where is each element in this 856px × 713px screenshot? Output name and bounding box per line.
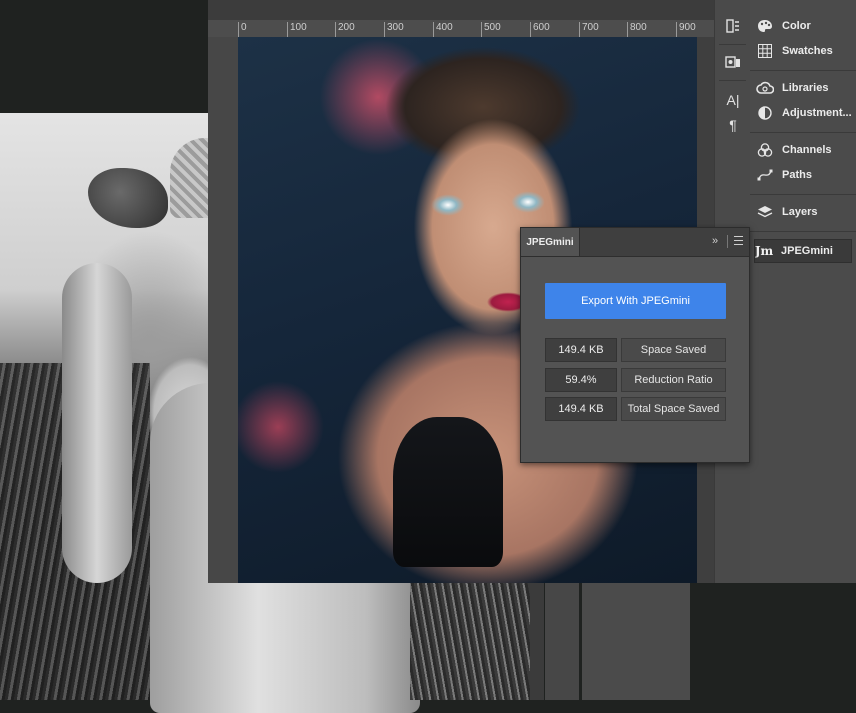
column-divider [719, 80, 746, 81]
lower-panel-strip [530, 583, 544, 700]
export-with-jpegmini-button[interactable]: Export With JPEGmini [545, 283, 726, 319]
stat-row-space-saved: 149.4 KB Space Saved [545, 338, 726, 362]
header-divider [727, 235, 728, 248]
paragraph-icon[interactable]: ¶ [724, 116, 742, 134]
dock-item-layers[interactable]: Layers [756, 201, 854, 223]
dock-item-libraries[interactable]: Libraries [756, 77, 854, 99]
ruler-corner [208, 20, 238, 38]
space-saved-value: 149.4 KB [545, 338, 617, 362]
stat-row-reduction-ratio: 59.4% Reduction Ratio [545, 368, 726, 392]
jpegmini-panel: JPEGmini » Export With JPEGmini 149.4 KB… [520, 227, 750, 463]
dock-item-label: Adjustment... [782, 107, 852, 119]
dock-item-color[interactable]: Color [756, 15, 854, 37]
palette-icon [756, 17, 774, 35]
ruler-tick: 0 [238, 22, 247, 37]
ruler-tick: 200 [335, 22, 355, 37]
paths-icon [756, 166, 774, 184]
horizontal-ruler[interactable]: 0 100 200 300 400 500 600 700 800 900 [238, 20, 714, 38]
dock-divider [750, 70, 856, 71]
dock-item-label: Channels [782, 144, 832, 156]
lower-panel-strip [545, 583, 579, 700]
device-preview-icon[interactable] [724, 53, 742, 71]
dock-item-channels[interactable]: Channels [756, 139, 854, 161]
jpegmini-panel-header[interactable]: JPEGmini » [521, 228, 749, 257]
ruler-tick: 400 [433, 22, 453, 37]
ruler-tick: 800 [627, 22, 647, 37]
collapse-icon[interactable]: » [712, 235, 718, 247]
tab-jpegmini[interactable]: JPEGmini [521, 228, 580, 256]
layers-icon [756, 203, 774, 221]
space-saved-label: Space Saved [621, 338, 726, 362]
dock-item-label: JPEGmini [781, 245, 833, 257]
photo-dress [393, 417, 503, 567]
total-space-saved-value: 149.4 KB [545, 397, 617, 421]
dock-item-label: Swatches [782, 45, 833, 57]
reduction-ratio-label: Reduction Ratio [621, 368, 726, 392]
photo-rock [88, 168, 168, 228]
ruler-tick: 700 [579, 22, 599, 37]
dock-item-label: Color [782, 20, 811, 32]
ruler-tick: 300 [384, 22, 404, 37]
photo-arm [62, 263, 132, 583]
dock-item-swatches[interactable]: Swatches [756, 40, 854, 62]
dock-item-label: Layers [782, 206, 818, 218]
panel-menu-icon[interactable] [734, 236, 743, 245]
document-tab-bar[interactable] [208, 0, 714, 20]
character-icon[interactable]: A| [724, 91, 742, 109]
column-divider [719, 44, 746, 45]
cc-libraries-icon [756, 79, 774, 97]
ruler-tick: 500 [481, 22, 501, 37]
dock-item-label: Paths [782, 169, 812, 181]
dock-divider [750, 132, 856, 133]
dock-item-jpegmini[interactable]: Jm JPEGmini [754, 239, 852, 263]
channels-icon [756, 141, 774, 159]
grid-icon [756, 42, 774, 60]
dock-divider [750, 194, 856, 195]
jpegmini-icon: Jm [754, 244, 774, 258]
ruler-tick: 600 [530, 22, 550, 37]
panel-dock: Color Swatches Libraries Adjustment... C… [750, 0, 856, 583]
stat-row-total-space-saved: 149.4 KB Total Space Saved [545, 397, 726, 421]
lower-panel-strip [582, 583, 690, 700]
total-space-saved-label: Total Space Saved [621, 397, 726, 421]
ruler-tick: 900 [676, 22, 696, 37]
dock-item-label: Libraries [782, 82, 829, 94]
dock-item-adjustments[interactable]: Adjustment... [756, 102, 854, 124]
vertical-ruler[interactable] [208, 37, 238, 583]
adjust-panel-icon[interactable] [724, 17, 742, 35]
adjustments-icon [756, 104, 774, 122]
dock-divider [750, 231, 856, 232]
reduction-ratio-value: 59.4% [545, 368, 617, 392]
ruler-tick: 100 [287, 22, 307, 37]
dock-item-paths[interactable]: Paths [756, 164, 854, 186]
photo-ground [410, 583, 530, 700]
